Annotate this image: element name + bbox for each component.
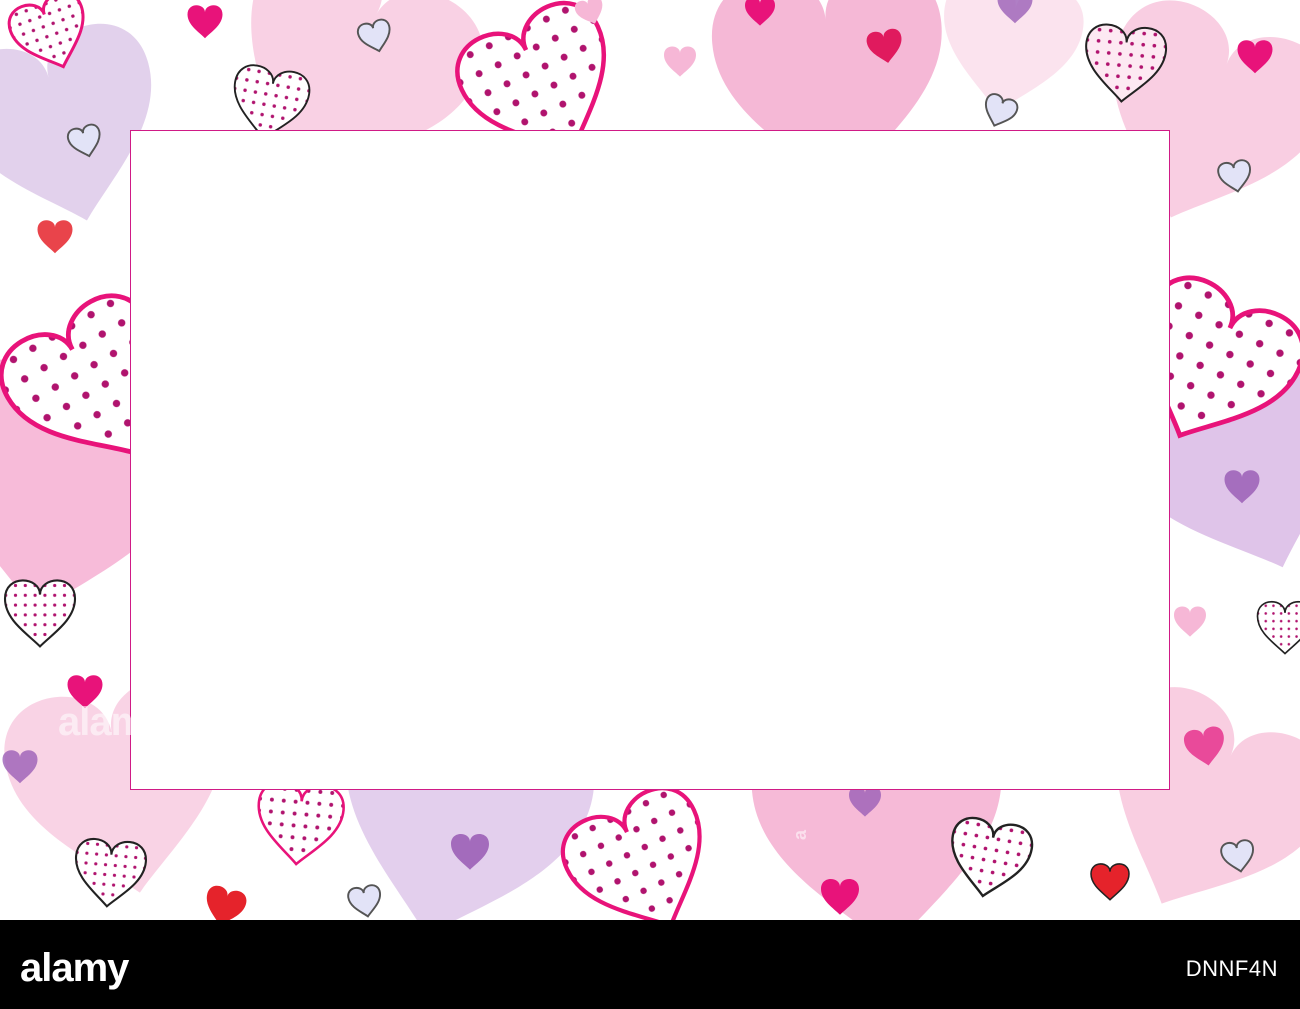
polka-dot-heart-icon [942,813,1037,905]
polka-dot-heart-icon [70,836,149,911]
polka-dot-heart-icon [252,779,347,870]
image-code: DNNF4N [1185,956,1278,981]
polka-dot-heart-icon [1256,600,1300,655]
blank-photo-frame [130,130,1170,790]
footer-bar: alamy DNNF4N [0,920,1300,1009]
watermark-alamy: alamy [58,700,167,744]
heart-pattern-background: alamy a a [0,0,1300,920]
watermark-a-bottom: a [790,830,810,841]
watermark-a-right: a [1232,705,1252,716]
polka-dot-heart-icon [3,579,77,648]
alamy-logo[interactable]: alamy [20,948,129,988]
